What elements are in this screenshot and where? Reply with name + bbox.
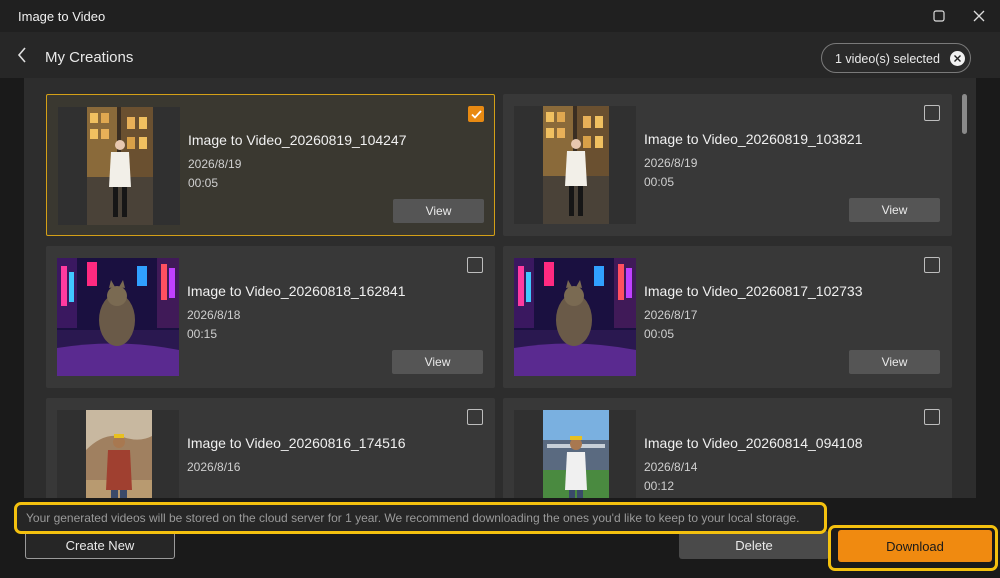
- view-button[interactable]: View: [849, 198, 940, 222]
- creation-date: 2026/8/17: [644, 308, 698, 322]
- video-thumbnail: [57, 258, 179, 376]
- select-checkbox[interactable]: [924, 257, 940, 273]
- close-icon[interactable]: [968, 6, 990, 26]
- title-bar: Image to Video: [0, 0, 1000, 32]
- creation-card[interactable]: Image to Video_20260814_094108 2026/8/14…: [503, 398, 952, 498]
- creation-title: Image to Video_20260818_162841: [187, 283, 406, 299]
- creation-title: Image to Video_20260816_174516: [187, 435, 406, 451]
- delete-button[interactable]: Delete: [679, 531, 829, 559]
- creation-card[interactable]: Image to Video_20260817_102733 2026/8/17…: [503, 246, 952, 388]
- page-title: My Creations: [45, 49, 134, 66]
- creation-title: Image to Video_20260814_094108: [644, 435, 863, 451]
- video-thumbnail: [514, 258, 636, 376]
- video-thumbnail: [514, 106, 636, 224]
- creation-card[interactable]: Image to Video_20260819_104247 2026/8/19…: [46, 94, 495, 236]
- creation-card[interactable]: Image to Video_20260816_174516 2026/8/16: [46, 398, 495, 498]
- select-checkbox[interactable]: [924, 105, 940, 121]
- view-button[interactable]: View: [849, 350, 940, 374]
- creation-title: Image to Video_20260819_104247: [188, 132, 407, 148]
- creation-date: 2026/8/14: [644, 460, 698, 474]
- creation-duration: 00:05: [644, 175, 675, 189]
- man-stadium-thumbnail: [543, 410, 609, 498]
- maximize-icon[interactable]: [928, 6, 950, 26]
- man-desert-thumbnail: [86, 410, 152, 498]
- creation-duration: 00:12: [644, 479, 675, 493]
- creation-date: 2026/8/16: [187, 460, 241, 474]
- checkmark-icon: [470, 109, 482, 119]
- creations-grid: Image to Video_20260819_104247 2026/8/19…: [24, 78, 976, 498]
- storage-notice: Your generated videos will be stored on …: [14, 502, 827, 534]
- selection-count-label: 1 video(s) selected: [835, 52, 940, 66]
- video-thumbnail: [57, 410, 179, 498]
- select-checkbox[interactable]: [467, 409, 483, 425]
- select-checkbox[interactable]: [467, 257, 483, 273]
- cat-neon-thumbnail: [514, 258, 636, 376]
- video-thumbnail: [58, 107, 180, 225]
- creation-date: 2026/8/19: [188, 157, 242, 171]
- view-button[interactable]: View: [393, 199, 484, 223]
- download-button[interactable]: Download: [838, 530, 992, 562]
- creation-duration: 00:05: [188, 176, 219, 190]
- scrollbar-thumb[interactable]: [962, 94, 967, 134]
- creation-duration: 00:05: [644, 327, 675, 341]
- clear-selection-icon[interactable]: [950, 51, 965, 66]
- woman-street-thumbnail: [87, 107, 153, 225]
- select-checkbox[interactable]: [468, 106, 484, 122]
- creation-card[interactable]: Image to Video_20260818_162841 2026/8/18…: [46, 246, 495, 388]
- selection-count-pill: 1 video(s) selected: [821, 43, 971, 73]
- video-thumbnail: [514, 410, 636, 498]
- back-arrow-icon[interactable]: [12, 45, 32, 65]
- create-new-button[interactable]: Create New: [25, 531, 175, 559]
- creation-date: 2026/8/18: [187, 308, 241, 322]
- view-button[interactable]: View: [392, 350, 483, 374]
- creation-title: Image to Video_20260817_102733: [644, 283, 863, 299]
- creation-card[interactable]: Image to Video_20260819_103821 2026/8/19…: [503, 94, 952, 236]
- cat-neon-thumbnail: [57, 258, 179, 376]
- storage-notice-text: Your generated videos will be stored on …: [26, 511, 800, 525]
- window-title: Image to Video: [18, 9, 106, 24]
- creation-title: Image to Video_20260819_103821: [644, 131, 863, 147]
- select-checkbox[interactable]: [924, 409, 940, 425]
- creation-date: 2026/8/19: [644, 156, 698, 170]
- woman-street-thumbnail: [543, 106, 609, 224]
- creation-duration: 00:15: [187, 327, 218, 341]
